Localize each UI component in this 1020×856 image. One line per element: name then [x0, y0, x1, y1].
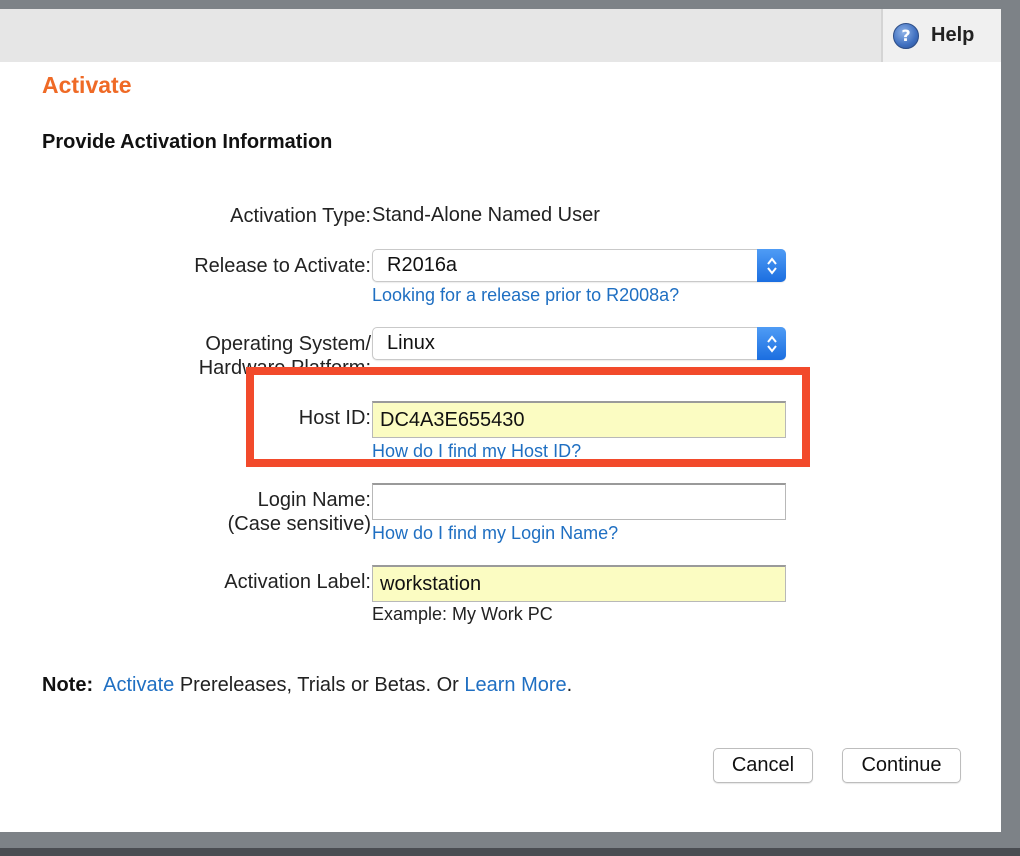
note-suffix: .	[566, 674, 573, 696]
activation-label-example: Example: My Work PC	[372, 604, 553, 624]
window-frame-bottom	[0, 848, 1020, 856]
page-title: Activate	[42, 72, 132, 98]
os-label-line1: Operating System/	[205, 333, 371, 355]
login-name-input[interactable]	[372, 483, 786, 520]
learn-more-link[interactable]: Learn More	[464, 674, 566, 696]
activate-link[interactable]: Activate	[103, 674, 174, 696]
login-name-help-link[interactable]: How do I find my Login Name?	[372, 523, 618, 544]
release-select[interactable]: R2016a	[372, 249, 786, 282]
os-select-value: Linux	[387, 332, 435, 354]
host-id-highlight-box	[246, 367, 810, 467]
section-title: Provide Activation Information	[42, 131, 333, 153]
select-stepper-icon	[757, 327, 786, 360]
note-prefix: Note:	[42, 674, 94, 696]
continue-button[interactable]: Continue	[842, 748, 961, 783]
login-name-label-line1: Login Name:	[257, 489, 371, 511]
help-question-icon: ?	[893, 22, 919, 49]
help-label: Help	[931, 24, 975, 46]
note-line: Note: Activate Prereleases, Trials or Be…	[42, 674, 572, 697]
release-label: Release to Activate:	[194, 255, 371, 277]
activation-label-input[interactable]	[372, 565, 786, 602]
activation-type-value: Stand-Alone Named User	[372, 204, 600, 226]
release-select-value: R2016a	[387, 254, 458, 276]
note-middle-text: Prereleases, Trials or Betas. Or	[174, 674, 465, 696]
activation-label-label: Activation Label:	[224, 571, 371, 593]
cancel-button[interactable]: Cancel	[713, 748, 813, 783]
release-prior-link[interactable]: Looking for a release prior to R2008a?	[372, 285, 679, 306]
help-button[interactable]: ? Help	[881, 9, 1001, 62]
activation-type-label: Activation Type:	[230, 205, 371, 227]
select-stepper-icon	[757, 249, 786, 282]
login-name-label-line2: (Case sensitive)	[227, 513, 371, 535]
dialog-titlebar: ? Help	[0, 9, 1001, 62]
os-select[interactable]: Linux	[372, 327, 786, 360]
